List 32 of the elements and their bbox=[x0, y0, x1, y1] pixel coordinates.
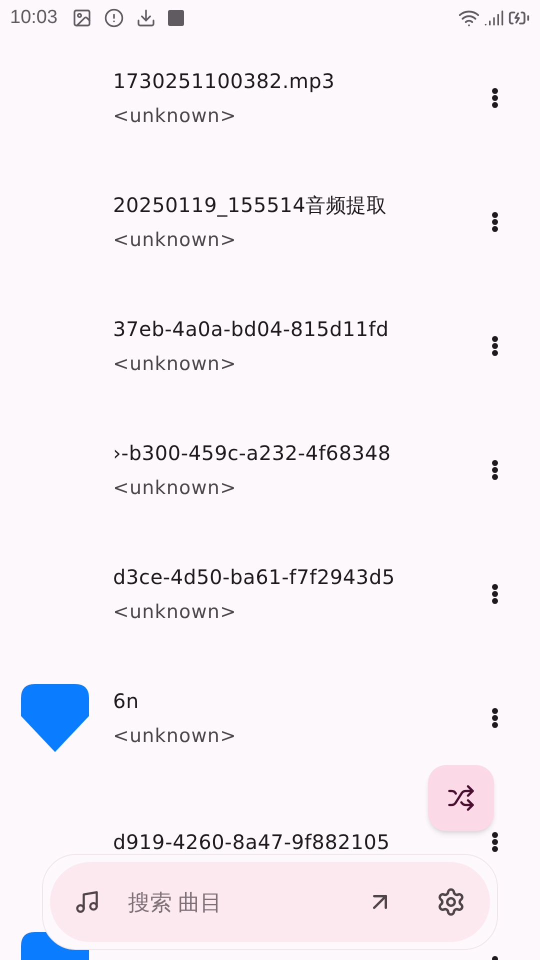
song-artist: <unknown> bbox=[113, 476, 238, 501]
more-icon[interactable] bbox=[492, 88, 498, 108]
song-artist: <unknown> bbox=[113, 724, 238, 749]
song-title: 37eb-4a0a-bd04-815d11fd bbox=[113, 316, 390, 343]
album-art bbox=[21, 684, 89, 752]
status-time: 10:03 bbox=[10, 6, 58, 30]
song-title: d3ce-4d50-ba61-f7f2943d5 bbox=[113, 564, 396, 591]
music-icon bbox=[74, 889, 100, 915]
image-icon bbox=[72, 8, 92, 28]
more-icon[interactable] bbox=[492, 708, 498, 728]
song-artist: <unknown> bbox=[113, 600, 238, 625]
download-icon bbox=[136, 8, 156, 28]
more-icon[interactable] bbox=[492, 336, 498, 356]
more-icon[interactable] bbox=[492, 832, 498, 852]
song-artist: <unknown> bbox=[113, 228, 238, 253]
song-title: ›-b300-459c-a232-4f68348 bbox=[113, 440, 392, 467]
settings-icon[interactable] bbox=[436, 887, 466, 917]
more-icon[interactable] bbox=[492, 584, 498, 604]
song-title: 1730251100382.mp3 bbox=[113, 68, 336, 95]
song-artist: <unknown> bbox=[113, 352, 238, 377]
shuffle-button[interactable] bbox=[428, 765, 494, 831]
search-placeholder: 搜索 曲目 bbox=[128, 888, 222, 916]
more-icon[interactable] bbox=[492, 212, 498, 232]
search-field[interactable]: 搜索 曲目 bbox=[50, 862, 490, 942]
song-title: d919-4260-8a47-9f882105 bbox=[113, 829, 391, 856]
more-icon[interactable] bbox=[492, 460, 498, 480]
shuffle-icon bbox=[447, 784, 475, 812]
alert-icon bbox=[104, 8, 124, 28]
song-title: 6n bbox=[113, 688, 140, 715]
signal-icon bbox=[484, 8, 504, 28]
song-title: 20250119_155514音频提取 bbox=[113, 192, 388, 219]
song-artist: <unknown> bbox=[113, 104, 238, 129]
